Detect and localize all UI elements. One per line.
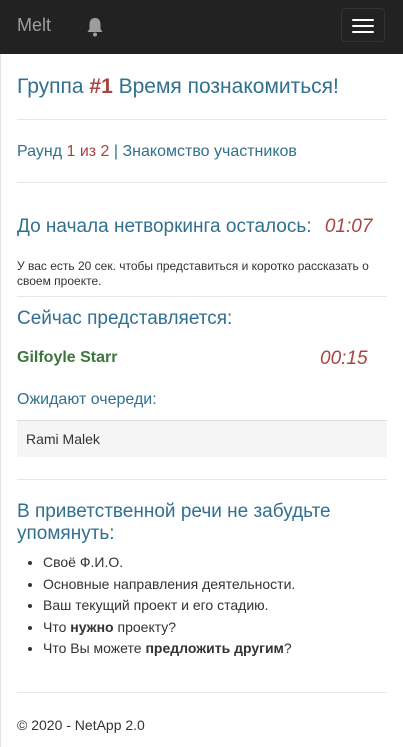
hamburger-bar: [352, 31, 374, 33]
list-item-text: Что Вы можете: [43, 640, 146, 656]
list-item-text: Основные направления деятельности.: [43, 575, 296, 592]
round-title: Знакомство участников: [122, 143, 297, 160]
navbar: Melt: [0, 0, 403, 54]
queue-heading: Ожидают очереди:: [17, 391, 157, 408]
reminder-list: Своё Ф.И.О. Основные направления деятель…: [17, 552, 389, 660]
round-progress: 1 из 2: [66, 143, 110, 160]
list-item: Что Вы можете предложить другим?: [43, 638, 389, 660]
list-item-emphasis: предложить другим: [145, 640, 284, 656]
queue-list: Rami Malek: [17, 420, 387, 457]
list-item-text: Ваш текущий проект и его стадию.: [43, 597, 269, 613]
divider: [17, 182, 387, 183]
list-item-text: Своё Ф.И.О.: [43, 554, 124, 570]
list-item: Своё Ф.И.О.: [43, 552, 389, 574]
group-suffix: Время познакомиться!: [118, 75, 339, 98]
reminder-heading: В приветственной речи не забудьте упомян…: [17, 501, 331, 544]
divider: [17, 692, 387, 693]
list-item: Что нужно проекту?: [43, 617, 389, 639]
networking-timer: 01:07: [324, 216, 373, 237]
divider: [17, 296, 387, 297]
brand-link[interactable]: Melt: [17, 15, 51, 36]
left-border: [0, 54, 1, 747]
group-number: #1: [89, 75, 113, 98]
list-item-text: ?: [283, 640, 292, 656]
networking-heading: До начала нетворкинга осталось:: [17, 216, 312, 237]
group-prefix: Группа: [17, 75, 84, 98]
list-item-emphasis: нужно: [70, 618, 114, 635]
round-separator: |: [113, 143, 119, 160]
list-item-text: Что: [43, 618, 71, 635]
list-item: Основные направления деятельности.: [43, 574, 389, 596]
networking-note: У вас есть 20 сек. чтобы представиться и…: [17, 259, 369, 288]
divider: [17, 479, 387, 480]
page-title: Группа #1 Время познакомиться!: [17, 74, 339, 99]
list-item: Ваш текущий проект и его стадию.: [43, 595, 389, 617]
hamburger-menu-icon: [352, 19, 374, 21]
list-item-text: проекту?: [113, 618, 177, 635]
networking-countdown: До начала нетворкинга осталось: 01:07: [17, 216, 372, 238]
round-info: Раунд 1 из 2 | Знакомство участников: [17, 142, 297, 162]
queue-item: Rami Malek: [26, 431, 100, 447]
current-speaker-heading: Сейчас представляется:: [17, 308, 233, 329]
footer-text: © 2020 - NetApp 2.0: [17, 717, 145, 733]
menu-toggle-button[interactable]: [341, 8, 385, 42]
current-speaker-name: Gilfoyle Starr: [17, 349, 118, 366]
speaker-timer: 00:15: [320, 348, 368, 369]
bell-icon[interactable]: [85, 16, 105, 38]
divider: [17, 119, 387, 120]
round-label: Раунд: [17, 143, 63, 160]
hamburger-bar: [352, 25, 374, 27]
main-content: Группа #1 Время познакомиться! Раунд 1 и…: [0, 54, 403, 747]
